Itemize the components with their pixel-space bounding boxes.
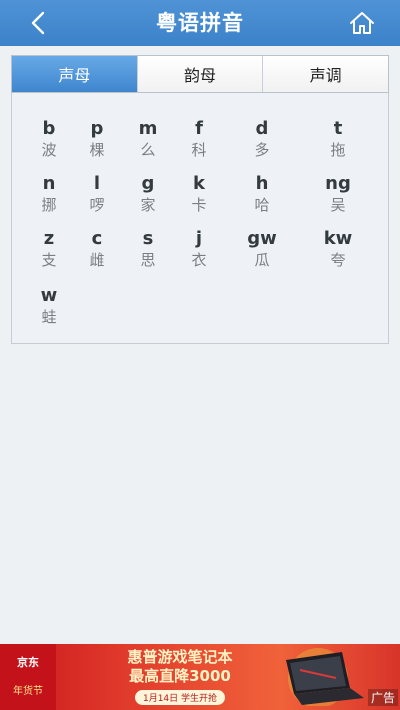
initial-letter: f xyxy=(195,118,203,139)
example-character: 哈 xyxy=(254,196,270,214)
initial-item-t[interactable]: t 拖 xyxy=(308,118,368,160)
initial-letter: t xyxy=(333,118,343,139)
ad-date-pill: 1月14日 学生开抢 xyxy=(134,690,226,705)
title-bar: 粤语拼音 xyxy=(0,0,400,46)
example-character: 拖 xyxy=(330,141,346,159)
ad-banner[interactable]: 京东 年货节 惠普游戏笔记本 最高直降3000 1月14日 学生开抢 广告 xyxy=(0,644,400,710)
example-character: 衣 xyxy=(191,251,207,269)
ad-copy: 惠普游戏笔记本 最高直降3000 1月14日 学生开抢 xyxy=(100,648,260,705)
ad-subheadline: 最高直降3000 xyxy=(129,667,231,685)
example-character: 夸 xyxy=(330,251,346,269)
example-character: 科 xyxy=(191,141,207,159)
initial-letter: j xyxy=(195,228,203,249)
initial-item-h[interactable]: h 哈 xyxy=(232,173,292,215)
initial-letter: gw xyxy=(247,228,277,249)
tab-bar: 声母 韵母 声调 xyxy=(11,55,389,93)
page-title: 粤语拼音 xyxy=(156,11,244,35)
initial-item-ng[interactable]: ng 吴 xyxy=(308,173,368,215)
example-character: 多 xyxy=(254,141,270,159)
initial-letter: h xyxy=(255,173,269,194)
initials-grid: b 波 p 棵 m 么 f 科 d 多 t 拖 n 挪 l 啰 g 家 k 卡 … xyxy=(11,93,389,344)
initial-letter: k xyxy=(193,173,205,194)
tab-tones[interactable]: 声调 xyxy=(263,56,389,92)
initial-letter: d xyxy=(255,118,269,139)
initial-item-w[interactable]: w 蛙 xyxy=(19,285,79,327)
initial-item-f[interactable]: f 科 xyxy=(169,118,229,160)
example-character: 卡 xyxy=(191,196,207,214)
app-screen: 粤语拼音 声母 韵母 声调 b 波 p 棵 m 么 f 科 d 多 t 拖 n … xyxy=(0,0,400,710)
tab-initials[interactable]: 声母 xyxy=(12,56,138,92)
initial-item-gw[interactable]: gw 瓜 xyxy=(232,228,292,270)
example-character: 蛙 xyxy=(41,308,57,326)
home-icon xyxy=(350,12,374,34)
tab-finals[interactable]: 韵母 xyxy=(137,56,264,92)
ad-festival: 年货节 xyxy=(13,686,43,697)
initial-letter: kw xyxy=(323,228,353,249)
home-button[interactable] xyxy=(346,8,378,38)
initial-item-kw[interactable]: kw 夸 xyxy=(308,228,368,270)
ad-brand: 京东 xyxy=(17,656,39,669)
ad-brand-block: 京东 年货节 xyxy=(0,644,56,710)
initial-item-k[interactable]: k 卡 xyxy=(169,173,229,215)
example-character: 吴 xyxy=(330,196,346,214)
ad-label: 广告 xyxy=(367,689,398,706)
example-character: 瓜 xyxy=(254,251,270,269)
initial-item-d[interactable]: d 多 xyxy=(232,118,292,160)
ad-headline: 惠普游戏笔记本 xyxy=(127,648,233,666)
initial-item-j[interactable]: j 衣 xyxy=(169,228,229,270)
initial-letter: ng xyxy=(325,173,351,194)
laptop-image xyxy=(286,648,364,706)
initial-letter: w xyxy=(40,285,58,306)
